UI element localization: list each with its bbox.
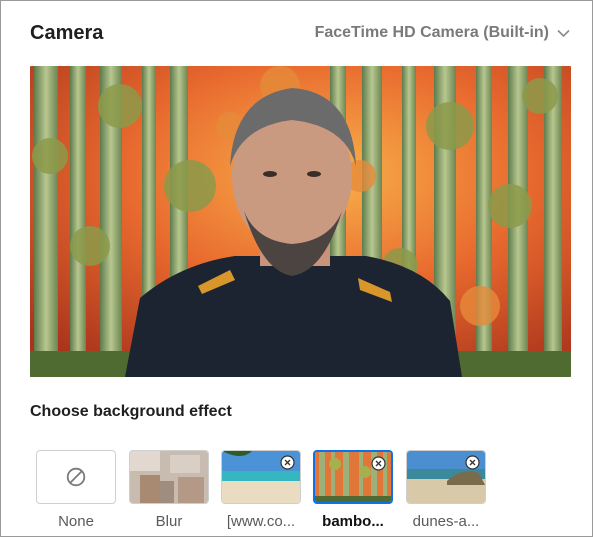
no-effect-icon	[66, 467, 86, 487]
background-effects-list: None Blur [www.co... bambo... dunes-a...	[36, 450, 592, 534]
effect-thumbnail	[129, 450, 209, 504]
camera-source-label: FaceTime HD Camera (Built-in)	[314, 24, 549, 41]
remove-effect-icon[interactable]	[280, 455, 295, 470]
remove-effect-icon[interactable]	[371, 456, 386, 471]
effect-thumbnail	[221, 450, 301, 504]
camera-settings-panel: Camera FaceTime HD Camera (Built-in) Cho…	[0, 0, 593, 537]
camera-preview	[30, 66, 571, 377]
chevron-down-icon	[557, 29, 570, 38]
effect-beach[interactable]: [www.co...	[221, 450, 301, 530]
remove-effect-icon[interactable]	[465, 455, 480, 470]
section-title: Camera	[30, 21, 104, 44]
effect-label: None	[58, 513, 94, 530]
effect-thumbnail	[36, 450, 116, 504]
effect-label: [www.co...	[226, 513, 296, 530]
effect-none[interactable]: None	[36, 450, 116, 530]
effect-thumbnail	[313, 450, 393, 504]
effect-bamboo[interactable]: bambo...	[313, 450, 393, 530]
background-effect-label: Choose background effect	[30, 403, 232, 420]
effect-label: Blur	[155, 513, 183, 530]
camera-header: Camera FaceTime HD Camera (Built-in)	[30, 19, 570, 47]
effect-thumbnail	[406, 450, 486, 504]
effect-dunes[interactable]: dunes-a...	[406, 450, 486, 530]
effect-blur[interactable]: Blur	[129, 450, 209, 530]
camera-source-dropdown[interactable]: FaceTime HD Camera (Built-in)	[315, 24, 570, 42]
effect-label: dunes-a...	[412, 513, 480, 530]
effect-label: bambo...	[322, 513, 384, 530]
